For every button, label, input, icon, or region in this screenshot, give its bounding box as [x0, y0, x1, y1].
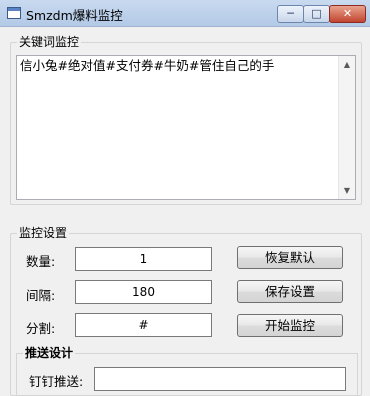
- scroll-up-arrow-icon[interactable]: ▲: [339, 56, 355, 73]
- interval-label: 间隔:: [26, 288, 56, 303]
- vertical-scrollbar[interactable]: ▲ ▼: [338, 56, 355, 199]
- quantity-label: 数量:: [26, 254, 56, 269]
- keyword-text: 信小兔#绝对值#支付券#牛奶#管住自己的手: [20, 58, 275, 73]
- close-button[interactable]: ✕: [329, 5, 366, 23]
- separator-label: 分割:: [26, 321, 56, 336]
- maximize-button[interactable]: □: [303, 5, 330, 23]
- window-title: Smzdm爆料监控: [26, 8, 123, 23]
- app-window-icon: [7, 7, 21, 19]
- dingtalk-push-label: 钉钉推送:: [29, 374, 84, 389]
- keyword-monitor-label: 关键词监控: [17, 35, 82, 49]
- keyword-monitor-group: 关键词监控 信小兔#绝对值#支付券#牛奶#管住自己的手 ▲ ▼: [10, 35, 362, 205]
- minimize-button[interactable]: ─: [277, 5, 304, 23]
- dingtalk-push-input[interactable]: [94, 367, 346, 391]
- interval-field[interactable]: 180: [75, 280, 212, 304]
- monitor-settings-label: 监控设置: [17, 226, 70, 240]
- window-body: 关键词监控 信小兔#绝对值#支付券#牛奶#管住自己的手 ▲ ▼ 监控设置 数量:…: [0, 27, 370, 396]
- save-settings-button[interactable]: 保存设置: [237, 280, 343, 303]
- title-bar[interactable]: Smzdm爆料监控 ─ □ ✕: [0, 0, 370, 27]
- scroll-down-arrow-icon[interactable]: ▼: [339, 182, 355, 199]
- restore-default-button[interactable]: 恢复默认: [237, 246, 343, 269]
- separator-field[interactable]: #: [75, 313, 212, 337]
- start-monitor-button[interactable]: 开始监控: [237, 314, 343, 337]
- push-settings-label: 推送设计: [23, 346, 76, 360]
- quantity-field[interactable]: 1: [75, 247, 212, 271]
- push-settings-group: 推送设计 钉钉推送:: [16, 346, 358, 396]
- keyword-textarea[interactable]: 信小兔#绝对值#支付券#牛奶#管住自己的手 ▲ ▼: [16, 55, 356, 200]
